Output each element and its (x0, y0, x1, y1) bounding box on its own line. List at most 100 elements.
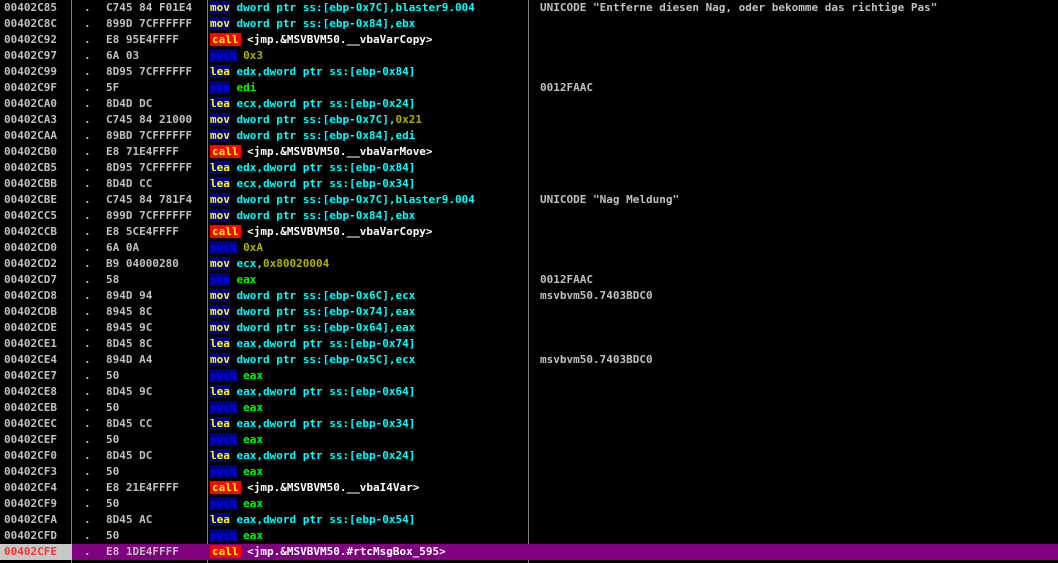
address-cell: 00402CAA (4, 129, 57, 142)
code-row[interactable]: 00402CF9. 50 push eax (0, 496, 1058, 512)
mnemonic: mov (210, 305, 230, 318)
jump-marker: . (84, 33, 91, 46)
jump-marker: . (84, 465, 91, 478)
disassembly-cell: call <jmp.&MSVBVM50.__vbaVarMove> (210, 144, 528, 160)
mnemonic: push (210, 241, 237, 254)
code-row[interactable]: 00402CEB. 50 push eax (0, 400, 1058, 416)
jump-marker: . (84, 193, 91, 206)
disassembly-cell: lea ecx,dword ptr ss:[ebp-0x34] (210, 176, 528, 192)
comment-cell (540, 208, 1058, 224)
comment-cell: 0012FAAC (540, 81, 593, 94)
operands: eax (243, 401, 263, 414)
disassembly-cell: mov dword ptr ss:[ebp-0x64],eax (210, 320, 528, 336)
code-row[interactable]: 00402CF4. E8 21E4FFFF call <jmp.&MSVBVM50.… (0, 480, 1058, 496)
code-row[interactable]: 00402CBB. 8D4D CC lea ecx,dword ptr ss:[eb… (0, 176, 1058, 192)
hex-dump-cell: 8D45 DC (106, 449, 153, 462)
comment-cell (540, 384, 1058, 400)
code-row[interactable]: 00402CEF. 50 push eax (0, 432, 1058, 448)
code-row[interactable]: 00402CE1. 8D45 8C lea eax,dword ptr ss:[eb… (0, 336, 1058, 352)
mnemonic: lea (210, 449, 230, 462)
address-cell: 00402C99 (4, 65, 57, 78)
comment-cell (540, 432, 1058, 448)
code-row[interactable]: 00402CC5. 899D 7CFFFFFF mov dword ptr ss:[… (0, 208, 1058, 224)
disassembly-cell: call <jmp.&MSVBVM50.__vbaVarCopy> (210, 32, 528, 48)
mnemonic: mov (210, 129, 230, 142)
operands: 0xA (243, 241, 263, 254)
code-row[interactable]: 00402CBE. C745 84 781F4 mov dword ptr ss:[… (0, 192, 1058, 208)
code-row[interactable]: 00402CD0. 6A 0A push 0xA (0, 240, 1058, 256)
code-row[interactable]: 00402C99. 8D95 7CFFFFFF lea edx,dword ptr … (0, 64, 1058, 80)
disassembly-cell: lea edx,dword ptr ss:[ebp-0x84] (210, 160, 528, 176)
code-row[interactable]: 00402CFA. 8D45 AC lea eax,dword ptr ss:[eb… (0, 512, 1058, 528)
comment-cell (540, 416, 1058, 432)
code-row[interactable]: 00402CB5. 8D95 7CFFFFFF lea edx,dword ptr … (0, 160, 1058, 176)
mnemonic: lea (210, 385, 230, 398)
hex-dump-cell: C745 84 F01E4 (106, 1, 193, 14)
comment-cell (540, 320, 1058, 336)
comment-cell (540, 112, 1058, 128)
code-row[interactable]: 00402C92. E8 95E4FFFF call <jmp.&MSVBVM50.… (0, 32, 1058, 48)
address-cell: 00402CA3 (4, 113, 57, 126)
code-row[interactable]: 00402CFE. E8 1DE4FFFF call <jmp.&MSVBVM50.… (0, 544, 1058, 560)
jump-marker: . (84, 401, 91, 414)
code-row[interactable]: 00402CFD. 50 push eax (0, 528, 1058, 544)
operands: 0x3 (243, 49, 263, 62)
operands: dword ptr ss:[ebp-0x84],edi (236, 129, 416, 142)
jump-marker: . (84, 449, 91, 462)
mnemonic: mov (210, 1, 230, 14)
operands: dword ptr ss:[ebp-0x64],eax (236, 321, 416, 334)
disassembly-cell: call <jmp.&MSVBVM50.__vbaVarCopy> (210, 224, 528, 240)
code-row[interactable]: 00402CA0. 8D4D DC lea ecx,dword ptr ss:[eb… (0, 96, 1058, 112)
operands: dword ptr ss:[ebp-0x84],ebx (236, 17, 416, 30)
code-row[interactable]: 00402CB0. E8 71E4FFFF call <jmp.&MSVBVM50.… (0, 144, 1058, 160)
operands: eax,dword ptr ss:[ebp-0x24] (236, 449, 416, 462)
disassembly-view[interactable]: 00402C85. C745 84 F01E4 mov dword ptr ss:[… (0, 0, 1058, 563)
code-row[interactable]: 00402CEC. 8D45 CC lea eax,dword ptr ss:[eb… (0, 416, 1058, 432)
jump-marker: . (84, 81, 91, 94)
jump-marker: . (84, 17, 91, 30)
operands: <jmp.&MSVBVM50.__vbaI4Var> (247, 481, 420, 494)
code-row[interactable]: 00402CE7. 50 push eax (0, 368, 1058, 384)
code-row[interactable]: 00402CD8. 894D 94 mov dword ptr ss:[ebp-0x… (0, 288, 1058, 304)
code-row[interactable]: 00402CE8. 8D45 9C lea eax,dword ptr ss:[eb… (0, 384, 1058, 400)
mnemonic: push (210, 369, 237, 382)
comment-cell (540, 400, 1058, 416)
comment-cell (540, 16, 1058, 32)
mnemonic: push (210, 401, 237, 414)
code-row[interactable]: 00402CF3. 50 push eax (0, 464, 1058, 480)
hex-dump-cell: 50 (106, 369, 120, 382)
disassembly-cell: mov dword ptr ss:[ebp-0x74],eax (210, 304, 528, 320)
code-row[interactable]: 00402C85. C745 84 F01E4 mov dword ptr ss:[… (0, 0, 1058, 16)
hex-dump-cell: 8D95 7CFFFFFF (106, 65, 193, 78)
code-row[interactable]: 00402CA3. C745 84 21000 mov dword ptr ss:[… (0, 112, 1058, 128)
mnemonic: lea (210, 417, 230, 430)
code-row[interactable]: 00402CD7. 58 pop eax 0012FAAC (0, 272, 1058, 288)
code-row[interactable]: 00402C9F. 5F pop edi 0012FAAC (0, 80, 1058, 96)
comment-cell (540, 96, 1058, 112)
code-row[interactable]: 00402C97. 6A 03 push 0x3 (0, 48, 1058, 64)
code-row[interactable]: 00402C8C. 899D 7CFFFFFF mov dword ptr ss:[… (0, 16, 1058, 32)
address-cell: 00402C9F (4, 81, 57, 94)
code-row[interactable]: 00402CDE. 8945 9C mov dword ptr ss:[ebp-0x… (0, 320, 1058, 336)
code-row[interactable]: 00402CE4. 894D A4 mov dword ptr ss:[ebp-0x… (0, 352, 1058, 368)
operands: eax (243, 497, 263, 510)
address-cell: 00402CDB (4, 305, 57, 318)
hex-dump-cell: 8945 9C (106, 321, 153, 334)
comment-cell (540, 48, 1058, 64)
mnemonic: mov (210, 17, 230, 30)
code-row[interactable]: 00402CAA. 89BD 7CFFFFFF mov dword ptr ss:[… (0, 128, 1058, 144)
jump-marker: . (84, 353, 91, 366)
hex-dump-cell: 8D45 9C (106, 385, 153, 398)
address-cell: 00402C92 (4, 33, 57, 46)
disassembly-cell: mov dword ptr ss:[ebp-0x84],ebx (210, 208, 528, 224)
operands: <jmp.&MSVBVM50.__vbaVarCopy> (247, 33, 433, 46)
hex-dump-cell: E8 5CE4FFFF (106, 225, 179, 238)
operands: ecx,dword ptr ss:[ebp-0x24] (236, 97, 416, 110)
disassembly-cell: call <jmp.&MSVBVM50.#rtcMsgBox_595> (210, 544, 528, 560)
jump-marker: . (84, 209, 91, 222)
comment-cell (540, 224, 1058, 240)
code-row[interactable]: 00402CCB. E8 5CE4FFFF call <jmp.&MSVBVM50.… (0, 224, 1058, 240)
code-row[interactable]: 00402CD2. B9 04000280 mov ecx,0x80020004 (0, 256, 1058, 272)
code-row[interactable]: 00402CF0. 8D45 DC lea eax,dword ptr ss:[eb… (0, 448, 1058, 464)
code-row[interactable]: 00402CDB. 8945 8C mov dword ptr ss:[ebp-0x… (0, 304, 1058, 320)
